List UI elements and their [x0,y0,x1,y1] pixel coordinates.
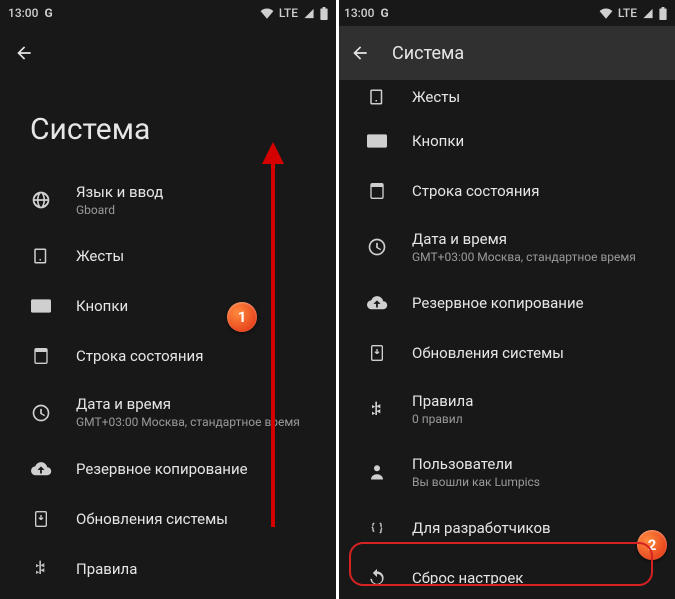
item-backup[interactable]: Резервное копирование [336,278,675,328]
statusbar-icon [30,345,52,367]
item-statusbar[interactable]: Строка состояния [336,166,675,216]
globe-icon [30,189,52,211]
item-buttons[interactable]: Кнопки [0,281,336,331]
item-title: Сброс настроек [412,569,523,587]
wifi-icon [260,8,274,19]
system-update-icon [366,342,388,364]
status-bar: 13:00 G LTE [336,0,675,26]
item-title: Кнопки [76,297,128,315]
page-title: Система [0,80,336,161]
item-language-input[interactable]: Язык и ввод Gboard [0,169,336,231]
network-label: LTE [618,6,637,20]
status-bar: 13:00 G LTE [0,0,336,26]
item-subtitle: Вы вошли как Lumpics [412,475,540,489]
item-title: Язык и ввод [76,183,163,201]
item-reset-options[interactable]: Сброс настроек [336,553,675,599]
item-gestures[interactable]: Жесты [336,80,675,116]
item-title: Правила [412,392,473,410]
wifi-icon [599,8,613,19]
clock-icon [366,236,388,258]
item-subtitle: GMT+03:00 Москва, стандартное время [76,415,300,429]
battery-icon [320,7,328,20]
status-time: 13:00 [344,6,374,20]
app-bar [0,26,336,80]
app-bar: Система [336,26,675,80]
item-subtitle: 0 правил [412,412,473,426]
item-system-update[interactable]: Обновления системы [336,328,675,378]
back-button[interactable] [348,41,372,65]
signal-icon [642,8,654,19]
signal-icon [303,8,315,19]
phone-screenshot-1: 13:00 G LTE Система Язык и ввод Gboard Ж… [0,0,336,599]
user-icon [366,461,388,483]
item-date-time[interactable]: Дата и время GMT+03:00 Москва, стандартн… [336,216,675,278]
item-title: Для разработчиков [412,519,551,537]
item-users[interactable]: Пользователи Вы вошли как Lumpics [336,441,675,503]
back-button[interactable] [12,41,36,65]
item-title: Дата и время [412,230,636,248]
item-title: Обновления системы [76,510,228,528]
item-rules[interactable]: Правила [0,544,336,594]
rules-icon [30,558,52,580]
status-time: 13:00 [8,6,38,20]
gestures-icon [366,86,388,108]
item-title: Обновления системы [412,344,564,362]
item-gestures[interactable]: Жесты [0,231,336,281]
item-title: Жесты [412,88,460,106]
item-statusbar[interactable]: Строка состояния [0,331,336,381]
clock-icon [30,402,52,424]
cloud-upload-icon [30,458,52,480]
settings-list: Жесты Кнопки Строка состояния Дата и вре… [336,80,675,599]
item-buttons[interactable]: Кнопки [336,116,675,166]
item-title: Строка состояния [412,182,539,200]
item-title: Строка состояния [76,347,203,365]
appbar-title: Система [392,43,464,64]
keyboard-icon [30,295,52,317]
item-title: Дата и время [76,395,300,413]
statusbar-icon [366,180,388,202]
code-braces-icon [366,517,388,539]
item-backup[interactable]: Резервное копирование [0,444,336,494]
item-title: Правила [76,560,137,578]
item-title: Кнопки [412,132,464,150]
screenshot-divider [336,0,339,599]
reset-icon [366,567,388,589]
keyboard-icon [366,130,388,152]
settings-list: Язык и ввод Gboard Жесты Кнопки Строка с… [0,161,336,599]
item-rules[interactable]: Правила 0 правил [336,378,675,440]
item-date-time[interactable]: Дата и время GMT+03:00 Москва, стандартн… [0,381,336,443]
item-title: Резервное копирование [412,294,584,312]
google-indicator-icon: G [380,6,388,20]
item-subtitle: GMT+03:00 Москва, стандартное время [412,250,636,264]
gestures-icon [30,245,52,267]
system-update-icon [30,508,52,530]
battery-icon [659,7,667,20]
phone-screenshot-2: 13:00 G LTE Система Жесты Кнопки Строка … [336,0,675,599]
item-title: Резервное копирование [76,460,248,478]
item-subtitle: Gboard [76,203,163,217]
cloud-upload-icon [366,292,388,314]
item-title: Пользователи [412,455,540,473]
item-developer-options[interactable]: Для разработчиков [336,503,675,553]
google-indicator-icon: G [44,6,52,20]
rules-icon [366,399,388,421]
item-system-update[interactable]: Обновления системы [0,494,336,544]
network-label: LTE [279,6,298,20]
item-title: Жесты [76,247,124,265]
